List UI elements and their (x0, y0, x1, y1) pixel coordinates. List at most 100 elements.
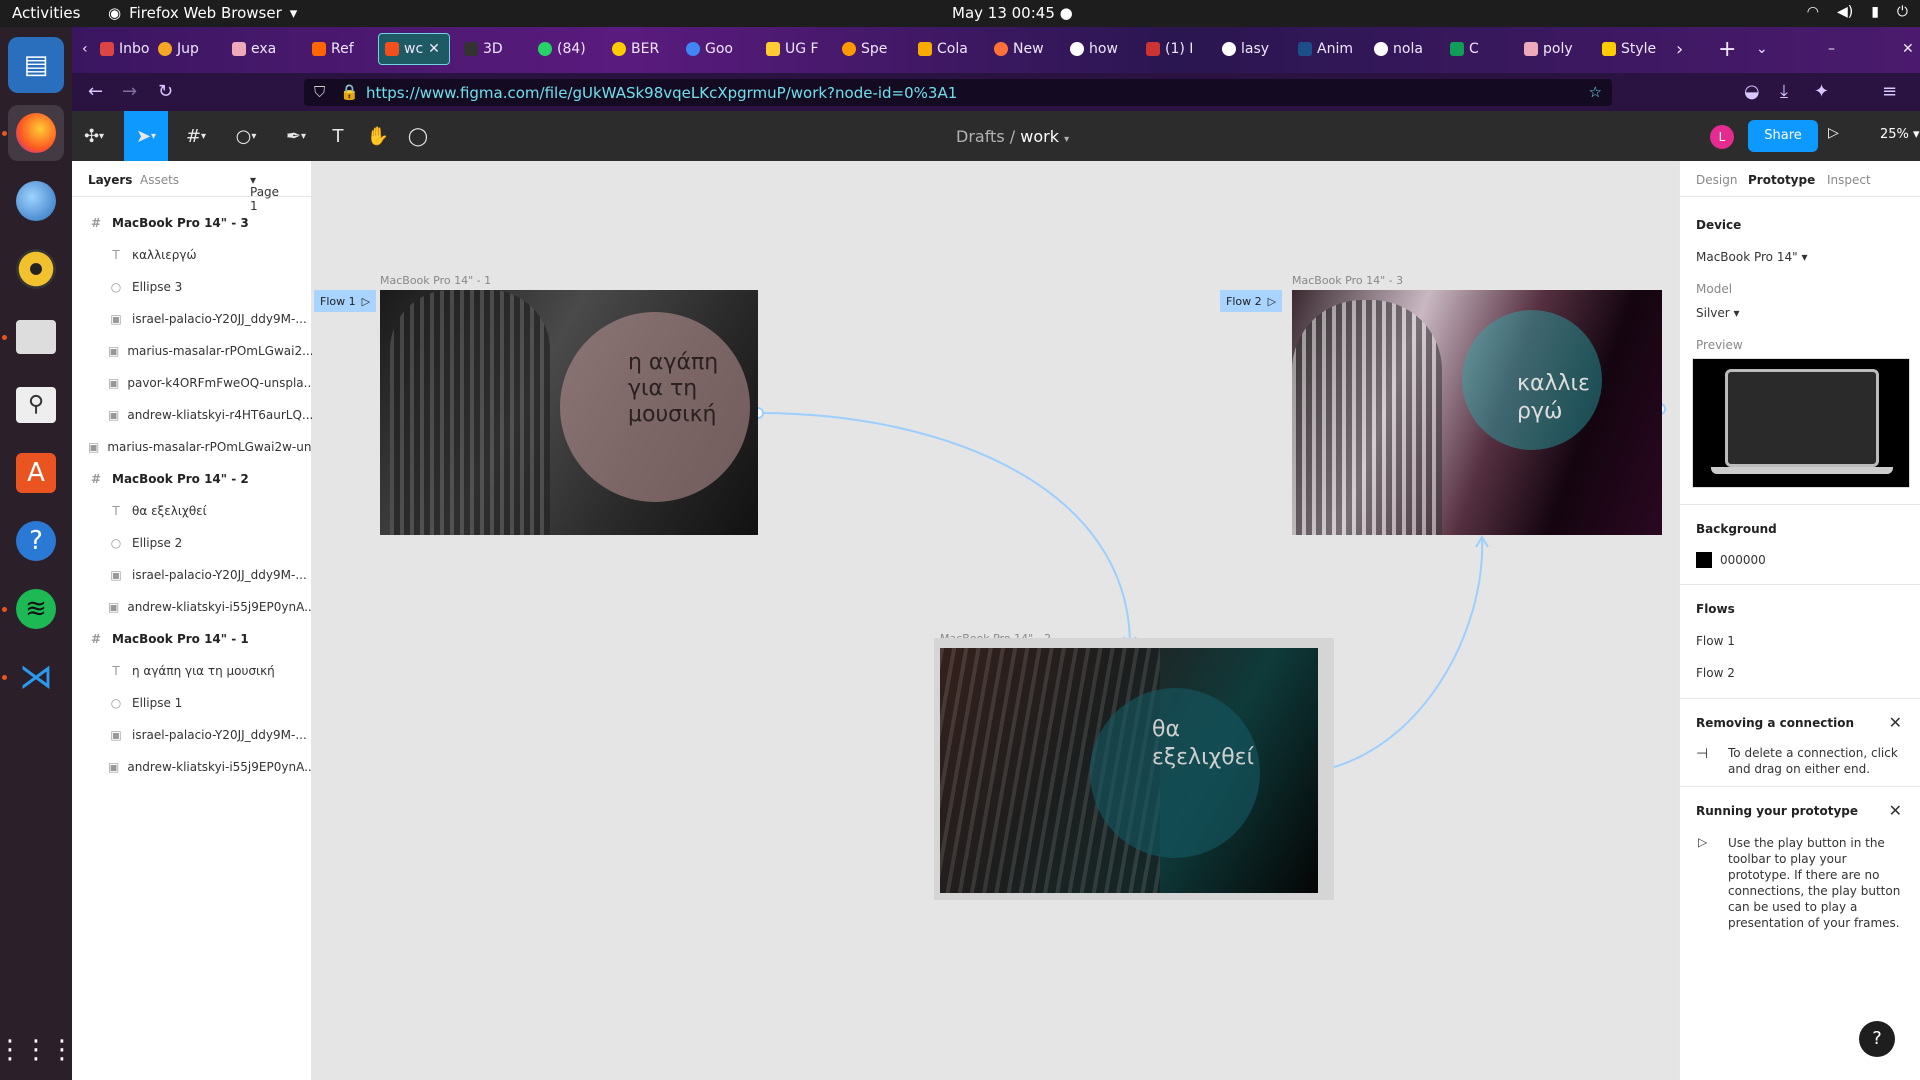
breadcrumb-drafts[interactable]: Drafts (956, 127, 1005, 146)
tab-layers[interactable]: Layers (88, 173, 132, 187)
downloads-icon[interactable]: ⤓ (1780, 81, 1788, 102)
app-menu[interactable]: ◉ Firefox Web Browser ▾ (108, 4, 297, 22)
layer-row[interactable]: ▣ andrew-kliatskyi-r4HT6aurLQ... (72, 399, 312, 431)
connection-flow1-to-frame2[interactable] (757, 412, 1131, 646)
connection-frame2-to-frame3[interactable] (1317, 536, 1484, 772)
browser-tab[interactable]: lasy (1222, 33, 1288, 65)
layer-row[interactable]: # MacBook Pro 14" - 1 (72, 623, 312, 655)
software-center-icon[interactable]: A (8, 445, 64, 501)
browser-tab[interactable]: (1) I (1146, 33, 1208, 65)
layer-row[interactable]: ▣ andrew-kliatskyi-i55j9EP0ynA... (72, 591, 312, 623)
close-icon[interactable]: ✕ (428, 41, 440, 57)
page-selector[interactable]: Page 1 ▾ (250, 173, 279, 213)
url-input[interactable]: ⛉ 🔒 https://www.figma.com/file/gUkWASk98… (304, 79, 1612, 106)
comment-tool-button[interactable]: ◯ (396, 111, 440, 161)
layer-row[interactable]: ▣ andrew-kliatskyi-i55j9EP0ynA... (72, 751, 312, 783)
frame-label[interactable]: MacBook Pro 14" - 1 (380, 274, 491, 287)
menu-icon[interactable]: ≡ (1882, 81, 1897, 102)
zoom-dropdown[interactable]: 25% ▾ (1880, 127, 1920, 142)
text-tool-button[interactable]: T (316, 111, 360, 161)
extension-icon[interactable]: ✦ (1814, 81, 1829, 102)
new-tab-button[interactable]: + (1718, 33, 1736, 65)
layer-row[interactable]: ▣ marius-masalar-rPOmLGwai2w-un... (72, 431, 312, 463)
layer-row[interactable]: Tκαλλιεργώ (72, 239, 312, 271)
close-window-button[interactable]: ✕ (1902, 33, 1914, 65)
layer-row[interactable]: ○ Ellipse 3 (72, 271, 312, 303)
background-hex[interactable]: 000000 (1720, 553, 1766, 567)
layer-row[interactable]: ▣ israel-palacio-Y20JJ_ddy9M-... (72, 303, 312, 335)
pen-tool-button[interactable]: ✒ ▾ (274, 111, 318, 161)
layer-row[interactable]: # MacBook Pro 14" - 2 (72, 463, 312, 495)
tab-prototype[interactable]: Prototype (1748, 173, 1815, 187)
browser-tab[interactable]: how (1070, 33, 1130, 65)
frame-tool-button[interactable]: # ▾ (174, 111, 218, 161)
move-tool-button[interactable]: ➤ ▾ (124, 111, 168, 161)
browser-tab[interactable]: 3D (464, 33, 520, 65)
close-icon[interactable]: ✕ (1889, 713, 1902, 732)
browser-tab[interactable]: Ref (312, 33, 368, 65)
bookmark-star-icon[interactable]: ☆ (1589, 83, 1602, 101)
file-name[interactable]: work (1020, 127, 1059, 146)
browser-tab[interactable]: UG F (766, 33, 824, 65)
forward-button[interactable]: → (122, 81, 137, 102)
flow-item[interactable]: Flow 2 (1696, 666, 1735, 680)
frame-macbook-1[interactable]: η αγάπη για τη μουσική (380, 290, 758, 535)
files-icon[interactable] (8, 309, 64, 365)
browser-tab[interactable]: Spe (842, 33, 902, 65)
browser-tab[interactable]: Jup (158, 33, 212, 65)
browser-tab[interactable]: Goo (686, 33, 746, 65)
browser-tab[interactable]: (84) (538, 33, 598, 65)
help-button[interactable]: ? (1859, 1021, 1895, 1057)
browser-tab[interactable]: poly (1524, 33, 1598, 65)
show-apps-icon[interactable]: ⋮⋮⋮ (0, 1022, 75, 1078)
browser-tab[interactable]: Inbo (100, 33, 150, 65)
tab-scroll-left[interactable]: ‹ (82, 33, 88, 65)
layer-row[interactable]: Tθα εξελιχθεί (72, 495, 312, 527)
frame-label[interactable]: MacBook Pro 14" - 3 (1292, 274, 1403, 287)
help-icon[interactable]: ? (8, 513, 64, 569)
browser-tab[interactable]: Anim (1298, 33, 1362, 65)
browser-tab[interactable]: exa (232, 33, 292, 65)
firefox-dock-icon[interactable] (8, 105, 64, 161)
flow-badge[interactable]: Flow 2 ▷ (1220, 290, 1283, 312)
hand-tool-button[interactable]: ✋ (356, 111, 400, 161)
layer-row[interactable]: ▣ israel-palacio-Y20JJ_ddy9M-... (72, 559, 312, 591)
vscode-icon[interactable]: ⋊ (8, 649, 64, 705)
layer-row[interactable]: ▣ pavor-k4ORFmFweOQ-unspla... (72, 367, 312, 399)
model-dropdown[interactable]: Silver ▾ (1696, 306, 1740, 320)
tab-design[interactable]: Design (1696, 173, 1737, 187)
browser-tab[interactable]: nola (1374, 33, 1438, 65)
device-dropdown[interactable]: MacBook Pro 14" ▾ (1696, 250, 1807, 264)
frame-macbook-3[interactable]: καλλιε ργώ (1292, 290, 1662, 535)
layer-row[interactable]: ▣ israel-palacio-Y20JJ_ddy9M-... (72, 719, 312, 751)
system-tray[interactable]: ◠ ◀) ▮ ⏻ (1807, 4, 1908, 20)
flow-item[interactable]: Flow 1 (1696, 634, 1735, 648)
tab-scroll-right[interactable]: › (1676, 33, 1683, 65)
browser-tab[interactable]: Cola (918, 33, 980, 65)
browser-tab[interactable]: New (994, 33, 1056, 65)
tab-assets[interactable]: Assets (140, 173, 179, 187)
flow-badge[interactable]: Flow 1 ▷ (314, 290, 377, 312)
breadcrumb[interactable]: Drafts / work ▾ (956, 127, 1069, 146)
main-menu-button[interactable]: ✣ ▾ (72, 111, 116, 161)
canvas[interactable]: MacBook Pro 14" - 1 Flow 1 ▷ η αγάπη για … (312, 161, 1679, 1080)
layer-row[interactable]: ▣ marius-masalar-rPOmLGwai2... (72, 335, 312, 367)
tab-inspect[interactable]: Inspect (1827, 173, 1871, 187)
browser-tab[interactable]: BER (612, 33, 672, 65)
browser-tab[interactable]: Style (1602, 33, 1664, 65)
thunderbird-icon[interactable] (8, 173, 64, 229)
shape-tool-button[interactable]: ○ ▾ (224, 111, 268, 161)
present-play-icon[interactable]: ▷ (1828, 125, 1839, 141)
reload-button[interactable]: ↻ (158, 81, 173, 102)
chevron-down-icon[interactable]: ⌄ (1756, 33, 1768, 65)
rhythmbox-icon[interactable] (8, 241, 64, 297)
frame-macbook-2[interactable]: θα εξελιχθεί (940, 648, 1318, 893)
back-button[interactable]: ← (88, 81, 103, 102)
browser-tab[interactable]: C (1450, 33, 1494, 65)
document-viewer-icon[interactable]: ▤ (8, 37, 64, 93)
layer-row[interactable]: Tη αγάπη για τη μουσική (72, 655, 312, 687)
pocket-icon[interactable]: ◒ (1744, 81, 1760, 102)
layer-row[interactable]: ○ Ellipse 2 (72, 527, 312, 559)
layer-row[interactable]: # MacBook Pro 14" - 3 (72, 207, 312, 239)
background-swatch[interactable] (1696, 552, 1712, 568)
